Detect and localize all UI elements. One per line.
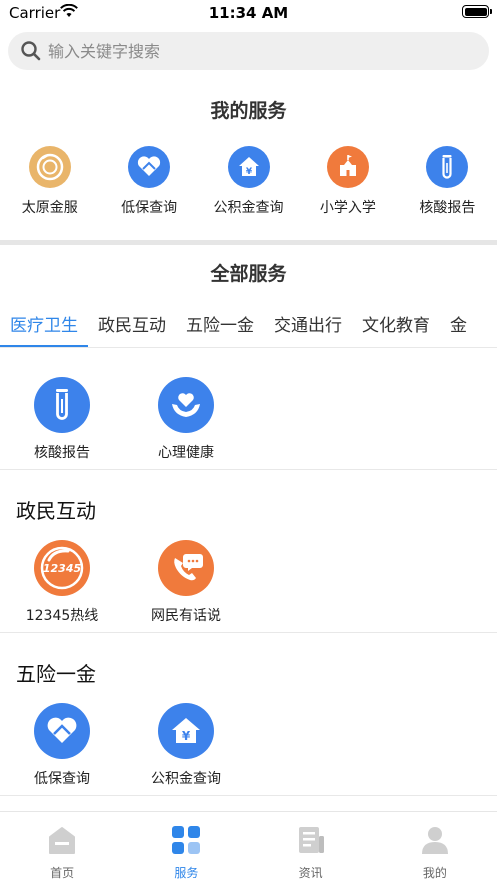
service-primary-school-enrollment[interactable]: 小学入学 xyxy=(298,146,397,226)
service-label: 低保查询 xyxy=(121,200,178,216)
svg-text:¥: ¥ xyxy=(182,729,191,743)
tabbar-label: 我的 xyxy=(422,866,447,880)
school-icon xyxy=(326,146,369,188)
phone-chat-icon xyxy=(158,540,214,596)
section-divider xyxy=(0,240,497,245)
service-label: 核酸报告 xyxy=(419,200,476,216)
test-tube-icon xyxy=(426,146,469,188)
service-nucleic-acid-report[interactable]: 核酸报告 xyxy=(398,146,497,226)
service-label: 心理健康 xyxy=(158,445,214,461)
news-icon xyxy=(298,827,324,853)
grid-icon xyxy=(172,826,201,854)
service-label: 核酸报告 xyxy=(34,445,90,461)
hotline-badge-text: 12345 xyxy=(43,562,82,575)
tabbar-label: 资讯 xyxy=(298,866,323,880)
heart-icon xyxy=(34,703,90,759)
service-label: 低保查询 xyxy=(34,771,90,787)
coin-icon xyxy=(28,146,71,188)
all-services-title: 全部服务 xyxy=(210,263,287,285)
status-bar: Carrier 11:34 AM xyxy=(0,0,497,28)
government-services-grid: 12345 12345热线 网民有话说 xyxy=(0,540,248,625)
service-netizen-voice[interactable]: 网民有话说 xyxy=(124,540,248,625)
group-divider xyxy=(0,632,497,633)
tabbar-mine[interactable]: 我的 xyxy=(373,812,497,883)
service-subsistence-query[interactable]: 低保查询 xyxy=(99,146,198,226)
service-subsistence-query[interactable]: 低保查询 xyxy=(0,703,124,788)
search-input[interactable] xyxy=(48,41,448,61)
battery-icon xyxy=(462,5,492,18)
my-services-title: 我的服务 xyxy=(210,100,287,122)
my-services-row: 太原金服 低保查询 ¥ 公积金查询 小学入学 核酸报告 xyxy=(0,146,497,226)
bottom-tab-bar: 首页 服务 资讯 我的 xyxy=(0,811,497,883)
tabbar-news[interactable]: 资讯 xyxy=(249,812,373,883)
search-icon xyxy=(21,41,41,61)
tab-transportation[interactable]: 交通出行 xyxy=(264,300,352,346)
tabbar-label: 服务 xyxy=(174,866,199,880)
svg-text:¥: ¥ xyxy=(245,167,252,177)
service-label: 公积金查询 xyxy=(151,771,221,787)
heart-icon xyxy=(128,146,171,188)
clock: 11:34 AM xyxy=(208,4,289,22)
tab-government-interaction[interactable]: 政民互动 xyxy=(88,300,176,346)
service-12345-hotline[interactable]: 12345 12345热线 xyxy=(0,540,124,625)
group-title-social-insurance: 五险一金 xyxy=(16,662,96,686)
service-housing-fund[interactable]: ¥ 公积金查询 xyxy=(124,703,248,788)
tab-medical-health[interactable]: 医疗卫生 xyxy=(0,300,88,347)
service-label: 公积金查询 xyxy=(213,200,284,216)
service-mental-health[interactable]: 心理健康 xyxy=(124,377,248,462)
heart-hands-icon xyxy=(158,377,214,433)
tab-social-insurance[interactable]: 五险一金 xyxy=(176,300,264,346)
house-yen-icon: ¥ xyxy=(227,146,270,188)
user-icon xyxy=(421,827,448,854)
tab-culture-education[interactable]: 文化教育 xyxy=(352,300,440,346)
tabbar-services[interactable]: 服务 xyxy=(124,812,248,883)
service-nucleic-acid-report[interactable]: 核酸报告 xyxy=(0,377,124,462)
category-tabs: 医疗卫生 政民互动 五险一金 交通出行 文化教育 金 xyxy=(0,300,497,348)
insurance-services-grid: 低保查询 ¥ 公积金查询 xyxy=(0,703,248,788)
service-taiyuan-finance[interactable]: 太原金服 xyxy=(0,146,99,226)
medical-services-grid: 核酸报告 心理健康 xyxy=(0,377,248,462)
home-icon xyxy=(49,827,76,854)
group-title-government-interaction: 政民互动 xyxy=(16,499,96,523)
group-divider xyxy=(0,795,497,796)
service-label: 12345热线 xyxy=(25,608,99,624)
service-label: 太原金服 xyxy=(21,200,78,216)
test-tube-icon xyxy=(34,377,90,433)
service-housing-fund[interactable]: ¥ 公积金查询 xyxy=(199,146,298,226)
search-bar[interactable] xyxy=(8,32,489,70)
service-label: 网民有话说 xyxy=(151,608,221,624)
tab-finance[interactable]: 金 xyxy=(440,300,477,346)
house-yen-icon: ¥ xyxy=(158,703,214,759)
tabbar-label: 首页 xyxy=(50,866,75,880)
hotline-12345-icon: 12345 xyxy=(34,540,90,596)
tabbar-home[interactable]: 首页 xyxy=(0,812,124,883)
service-label: 小学入学 xyxy=(319,200,376,216)
group-divider xyxy=(0,469,497,470)
